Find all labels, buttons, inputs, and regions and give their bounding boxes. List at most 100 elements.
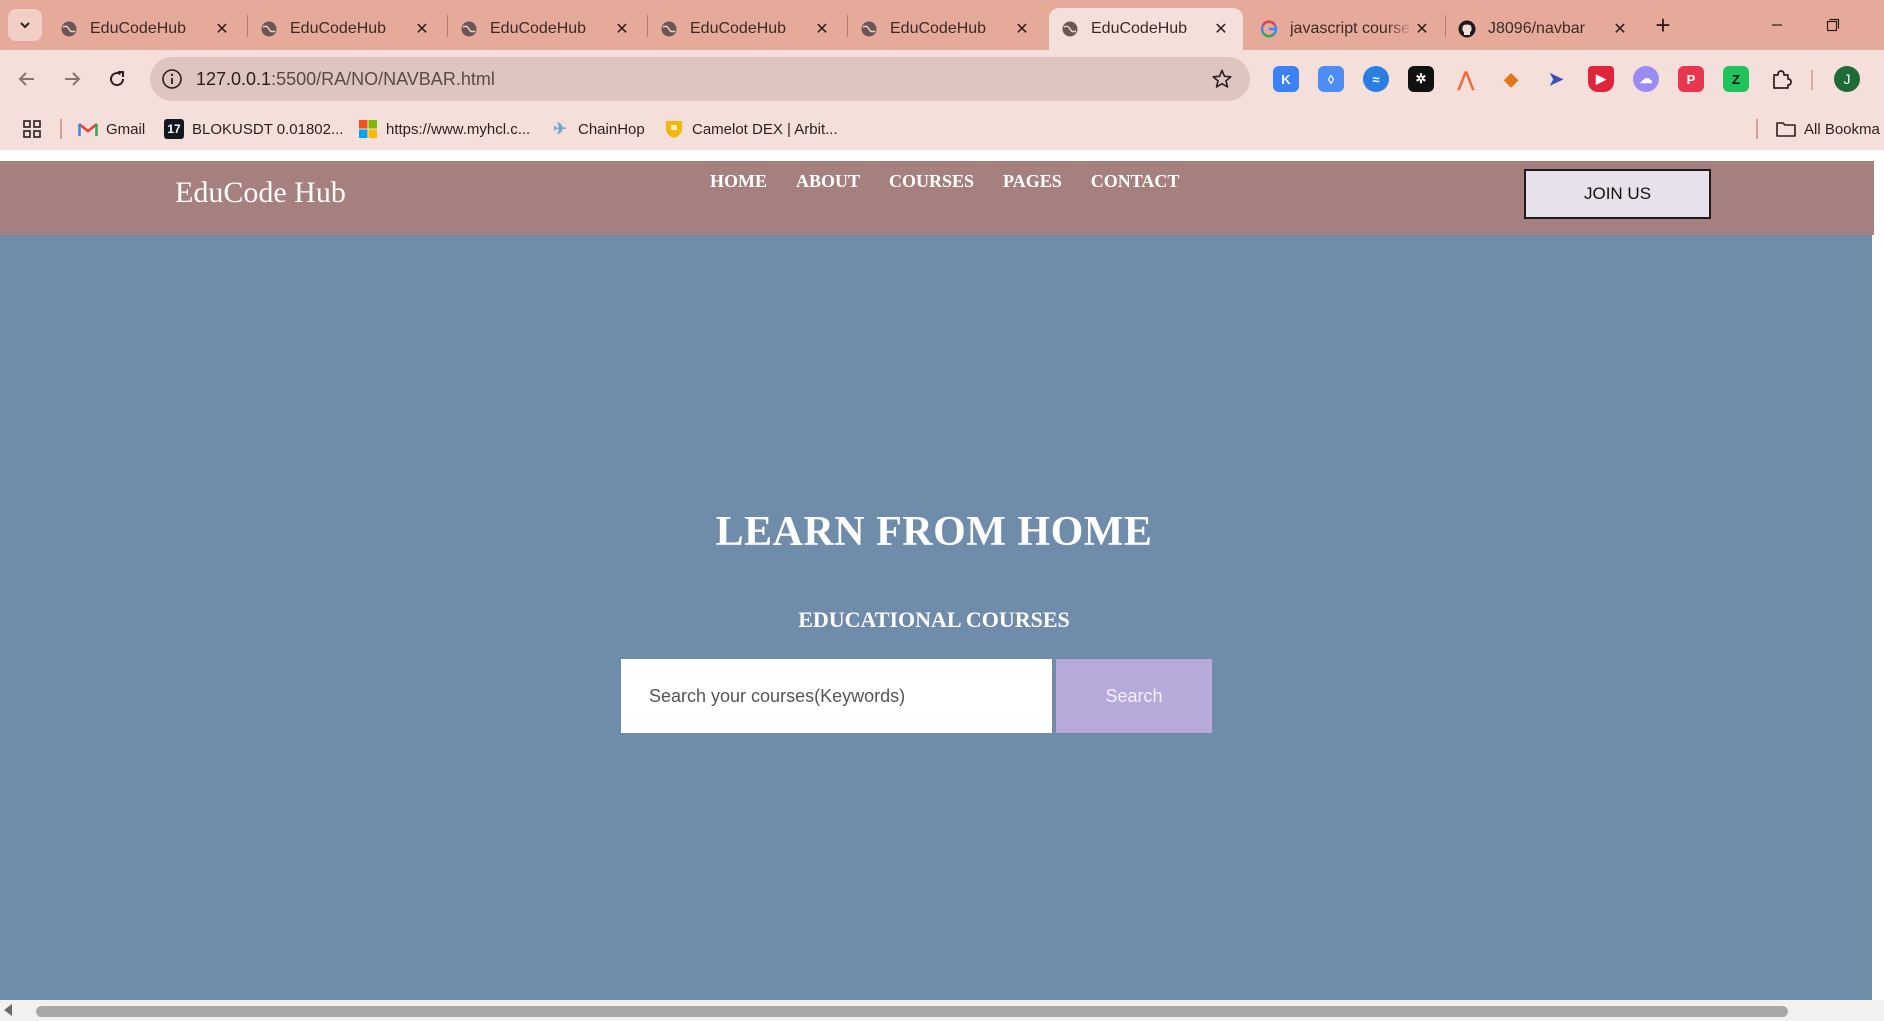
browser-tab[interactable]: EduCodeHub ✕ [848, 8, 1044, 50]
nav-link-home[interactable]: HOME [710, 171, 767, 192]
bookmark-label: ChainHop [578, 120, 645, 138]
globe-icon [260, 20, 278, 38]
restore-button[interactable] [1813, 10, 1853, 40]
globe-icon [1061, 20, 1079, 38]
site-navbar: EduCode Hub HOME ABOUT COURSES PAGES CON… [0, 161, 1874, 235]
close-icon[interactable]: ✕ [412, 19, 432, 39]
browser-tab[interactable]: J8096/navbar ✕ [1446, 8, 1642, 50]
bookmark-star-icon[interactable] [1210, 67, 1234, 91]
extensions-puzzle-icon[interactable] [1768, 66, 1794, 92]
url-path: :5500/RA/NO/NAVBAR.html [271, 69, 495, 89]
bookmarks-divider [1756, 119, 1758, 139]
address-bar[interactable]: 127.0.0.1:5500/RA/NO/NAVBAR.html [150, 57, 1250, 101]
tradingview-icon: 17 [164, 119, 184, 139]
browser-tab[interactable]: EduCodeHub ✕ [648, 8, 844, 50]
chevron-down-icon [20, 22, 30, 29]
profile-avatar[interactable]: J [1834, 66, 1860, 92]
hero-section: LEARN FROM HOME EDUCATIONAL COURSES Sear… [0, 235, 1872, 1000]
extension-z-icon[interactable]: Z [1723, 66, 1749, 92]
close-icon[interactable]: ✕ [812, 19, 832, 39]
site-logo[interactable]: EduCode Hub [175, 176, 346, 210]
nav-link-pages[interactable]: PAGES [1003, 171, 1062, 192]
all-bookmarks-label: All Bookma [1804, 120, 1880, 138]
extension-snowflake-icon[interactable]: ✲ [1408, 66, 1434, 92]
restore-icon [1826, 18, 1840, 32]
tab-search-button[interactable] [8, 9, 42, 41]
bookmark-camelot[interactable]: Camelot DEX | Arbit... [664, 116, 838, 142]
back-button[interactable] [10, 62, 44, 96]
reload-icon [110, 71, 125, 87]
extension-wave-icon[interactable]: ≈ [1363, 66, 1389, 92]
camelot-icon [664, 119, 684, 139]
reload-button[interactable] [100, 62, 134, 96]
bookmark-myhcl[interactable]: https://www.myhcl.c... [358, 116, 530, 142]
globe-icon [60, 20, 78, 38]
page-viewport: EduCode Hub HOME ABOUT COURSES PAGES CON… [0, 150, 1884, 1021]
url-text: 127.0.0.1:5500/RA/NO/NAVBAR.html [196, 69, 495, 90]
forward-button[interactable] [55, 62, 89, 96]
bookmark-blokusdt[interactable]: 17 BLOKUSDT 0.01802... [164, 116, 343, 142]
close-icon[interactable]: ✕ [1012, 19, 1032, 39]
tab-title: javascript course [1290, 20, 1411, 37]
browser-tab[interactable]: javascript course ✕ [1248, 8, 1444, 50]
scroll-left-arrow-icon[interactable] [4, 1004, 12, 1016]
extension-cloud-icon[interactable]: ☁ [1633, 66, 1659, 92]
bookmark-label: Gmail [106, 120, 146, 138]
microsoft-icon [358, 119, 378, 139]
close-icon[interactable]: ✕ [612, 19, 632, 39]
extension-k-icon[interactable]: K [1273, 66, 1299, 92]
bookmarks-bar: Gmail 17 BLOKUSDT 0.01802... https://www… [0, 108, 1884, 150]
gmail-icon [78, 119, 98, 139]
close-icon[interactable]: ✕ [1412, 19, 1432, 39]
search-button[interactable]: Search [1056, 659, 1212, 733]
chainhop-icon: ✈ [553, 121, 567, 138]
horizontal-scrollbar[interactable] [0, 1000, 1884, 1021]
hero-subtitle: EDUCATIONAL COURSES [798, 607, 1070, 632]
minimize-button[interactable] [1757, 10, 1797, 40]
site-info-icon[interactable] [160, 67, 184, 91]
browser-toolbar: 127.0.0.1:5500/RA/NO/NAVBAR.html K ◊ ≈ ✲… [0, 50, 1884, 108]
metamask-icon[interactable]: ◆ [1498, 66, 1524, 92]
globe-icon [860, 20, 878, 38]
bookmarks-divider [60, 119, 62, 139]
nav-link-courses[interactable]: COURSES [889, 171, 974, 192]
bookmark-label: BLOKUSDT 0.01802... [192, 120, 344, 138]
apps-button[interactable] [22, 116, 42, 142]
tab-title: EduCodeHub [1091, 20, 1188, 37]
extension-shield-icon[interactable]: ▶ [1588, 66, 1614, 92]
browser-tab-active[interactable]: EduCodeHub ✕ [1049, 8, 1243, 50]
close-icon[interactable]: ✕ [1610, 19, 1630, 39]
nav-link-contact[interactable]: CONTACT [1091, 171, 1180, 192]
browser-tab[interactable]: EduCodeHub ✕ [248, 8, 444, 50]
scrollbar-thumb[interactable] [36, 1006, 1788, 1017]
bookmark-label: https://www.myhcl.c... [386, 120, 531, 138]
extension-p-icon[interactable]: P [1678, 66, 1704, 92]
bookmark-gmail[interactable]: Gmail [78, 116, 145, 142]
course-search-input[interactable] [621, 659, 1052, 733]
all-bookmarks-button[interactable]: All Bookma [1776, 116, 1880, 142]
tab-title: J8096/navbar [1488, 20, 1585, 37]
folder-icon [1776, 119, 1796, 139]
nav-link-about[interactable]: ABOUT [796, 171, 860, 192]
nav-menu: HOME ABOUT COURSES PAGES CONTACT [710, 171, 1208, 192]
minimize-icon [1772, 24, 1782, 26]
hero-title: LEARN FROM HOME [715, 509, 1153, 555]
new-tab-button[interactable]: + [1648, 10, 1678, 40]
browser-tab[interactable]: EduCodeHub ✕ [48, 8, 244, 50]
extension-drop-icon[interactable]: ◊ [1318, 66, 1344, 92]
extension-arc-icon[interactable]: ⋀ [1453, 66, 1479, 92]
bookmark-chainhop[interactable]: ✈ ChainHop [550, 116, 645, 142]
close-icon[interactable]: ✕ [212, 19, 232, 39]
apps-grid-icon [23, 120, 41, 138]
url-host: 127.0.0.1 [196, 69, 272, 89]
globe-icon [660, 20, 678, 38]
tab-title: EduCodeHub [490, 20, 587, 37]
close-icon[interactable]: ✕ [1211, 19, 1231, 39]
arrow-left-icon [18, 72, 34, 86]
browser-tab[interactable]: EduCodeHub ✕ [448, 8, 644, 50]
tab-title: EduCodeHub [90, 20, 187, 37]
toolbar-divider [1811, 70, 1813, 90]
extension-bird-icon[interactable]: ➤ [1543, 66, 1569, 92]
join-us-button[interactable]: JOIN US [1524, 169, 1711, 219]
google-icon [1260, 20, 1278, 38]
